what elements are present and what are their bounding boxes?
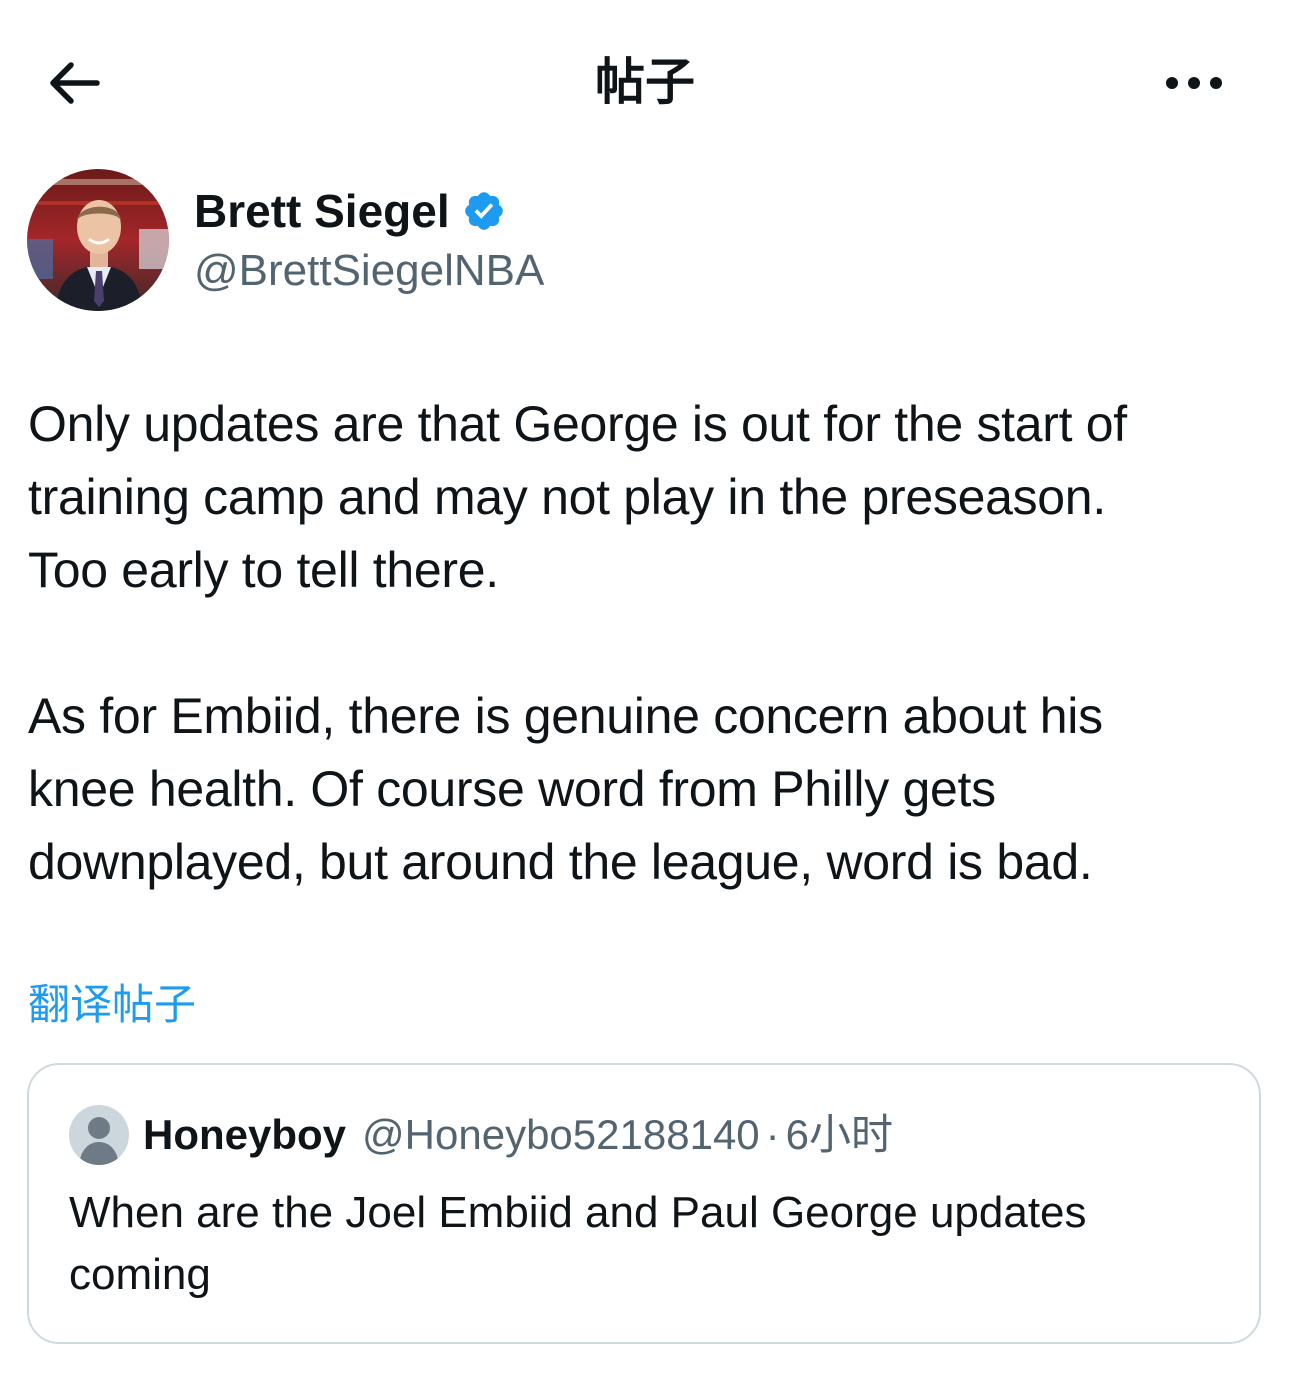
verified-badge-icon [464, 192, 503, 230]
more-horizontal-icon [1166, 77, 1222, 89]
author-handle[interactable]: @BrettSiegelNBA [194, 244, 544, 298]
quoted-author-name[interactable]: Honeyboy [143, 1105, 346, 1165]
quoted-post-time[interactable]: 6小时 [786, 1105, 893, 1165]
avatar-photo [27, 169, 169, 311]
quoted-author-handle[interactable]: @Honeybo52188140 [362, 1105, 760, 1165]
page-title: 帖子 [595, 54, 695, 110]
author-name[interactable]: Brett Siegel [194, 184, 506, 238]
default-avatar-icon [69, 1105, 129, 1165]
quoted-post-card[interactable]: Honeyboy @Honeybo52188140 · 6小时 When are… [27, 1063, 1261, 1344]
translate-post-link[interactable]: 翻译帖子 [28, 978, 196, 1032]
quoted-author-avatar[interactable] [69, 1105, 129, 1165]
post-paragraph: As for Embiid, there is genuine concern … [28, 688, 1103, 890]
separator-dot: · [765, 1111, 780, 1158]
post-paragraph: Only updates are that George is out for … [28, 396, 1127, 598]
author-avatar[interactable] [27, 169, 169, 311]
quoted-post-text: When are the Joel Embiid and Paul George… [69, 1188, 1087, 1299]
author-display-name: Brett Siegel [194, 185, 450, 237]
top-navigation-bar: 帖子 [0, 0, 1290, 165]
quoted-post-header: Honeyboy @Honeybo52188140 · 6小时 [69, 1105, 893, 1165]
more-options-button[interactable] [1158, 50, 1230, 116]
post-text: Only updates are that George is out for … [28, 388, 1268, 899]
